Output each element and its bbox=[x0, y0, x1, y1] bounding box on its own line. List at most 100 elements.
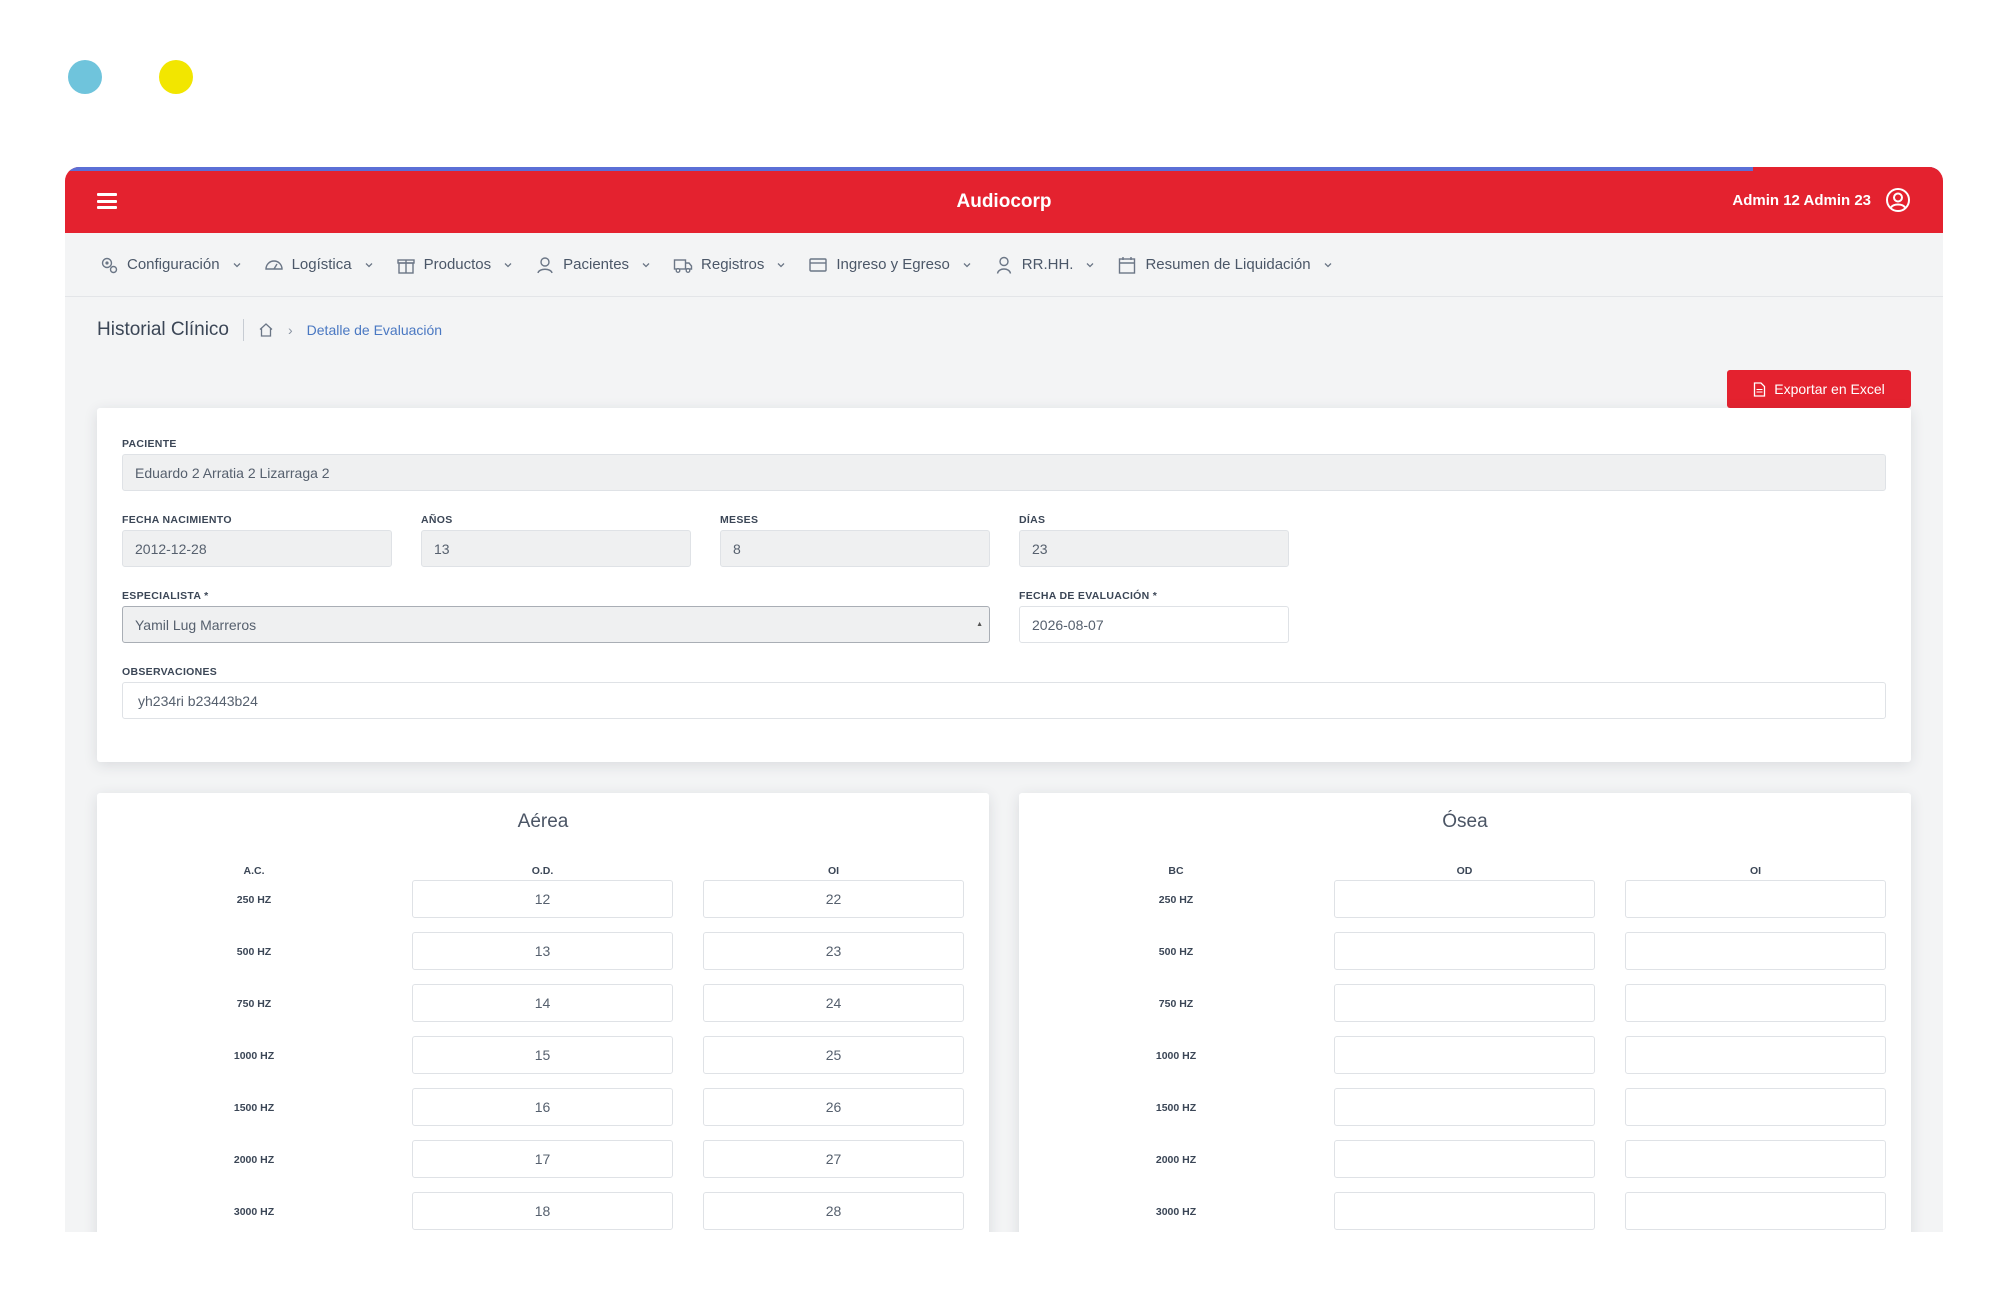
export-label: Exportar en Excel bbox=[1774, 381, 1885, 397]
chevron-down-icon bbox=[504, 262, 512, 267]
especialista-value: Yamil Lug Marreros bbox=[135, 616, 257, 633]
oi-input[interactable]: 27 bbox=[703, 1140, 964, 1178]
oi-input[interactable]: 28 bbox=[703, 1192, 964, 1230]
oi-input[interactable] bbox=[1625, 880, 1886, 918]
breadcrumb: Historial Clínico › Detalle de Evaluació… bbox=[65, 297, 1943, 363]
od-input[interactable] bbox=[1334, 1088, 1595, 1126]
menu-label: Registros bbox=[701, 256, 765, 273]
frequency-label: 500 HZ bbox=[236, 946, 272, 958]
menu-ingreso-egreso[interactable]: Ingreso y Egreso bbox=[808, 255, 971, 275]
frequency-label: 1000 HZ bbox=[1155, 1050, 1197, 1062]
fecha-eval-label: FECHA DE EVALUACIÓN * bbox=[1019, 590, 1158, 602]
od-input[interactable]: 15 bbox=[412, 1036, 673, 1074]
od-input[interactable]: 14 bbox=[412, 984, 673, 1022]
menu-pacientes[interactable]: Pacientes bbox=[535, 255, 651, 275]
fecha-eval-field[interactable]: 2026-08-07 bbox=[1019, 606, 1289, 643]
nacimiento-field[interactable]: 2012-12-28 bbox=[122, 530, 392, 567]
frequency-label: 500 HZ bbox=[1158, 946, 1194, 958]
home-icon[interactable] bbox=[258, 322, 274, 338]
oi-input[interactable]: 26 bbox=[703, 1088, 964, 1126]
dias-field[interactable]: 23 bbox=[1019, 530, 1289, 567]
menu-configuracion[interactable]: Configuración bbox=[99, 255, 242, 275]
user-name: Admin 12 Admin 23 bbox=[1732, 191, 1871, 209]
od-input[interactable] bbox=[1334, 880, 1595, 918]
osea-title: Ósea bbox=[1442, 811, 1488, 832]
frequency-label: 3000 HZ bbox=[1155, 1206, 1197, 1218]
menu-productos[interactable]: Productos bbox=[396, 255, 514, 275]
menu-label: Logística bbox=[291, 256, 352, 273]
frequency-label: 1000 HZ bbox=[233, 1050, 275, 1062]
od-input[interactable]: 18 bbox=[412, 1192, 673, 1230]
chevron-down-icon bbox=[365, 262, 373, 267]
od-input[interactable]: 16 bbox=[412, 1088, 673, 1126]
od-input[interactable] bbox=[1334, 1192, 1595, 1230]
frequency-label: 2000 HZ bbox=[1155, 1154, 1197, 1166]
frequency-label: 750 HZ bbox=[236, 998, 272, 1010]
menu-registros[interactable]: Registros bbox=[673, 255, 786, 275]
nacimiento-label: FECHA NACIMIENTO bbox=[122, 514, 232, 526]
gears-icon bbox=[101, 257, 118, 273]
oi-input[interactable]: 24 bbox=[703, 984, 964, 1022]
column-header: OI bbox=[827, 865, 840, 877]
column-header: BC bbox=[1168, 865, 1184, 877]
paciente-field[interactable]: Eduardo 2 Arratia 2 Lizarraga 2 bbox=[122, 454, 1886, 491]
app-window: Audiocorp Admin 12 Admin 23 Configuració… bbox=[65, 167, 1943, 1232]
observaciones-field[interactable]: yh234ri b23443b24 bbox=[122, 682, 1886, 719]
especialista-select[interactable]: Yamil Lug Marreros ▲ bbox=[122, 606, 990, 643]
truck-icon bbox=[673, 258, 693, 273]
od-input[interactable] bbox=[1334, 932, 1595, 970]
od-input[interactable]: 12 bbox=[412, 880, 673, 918]
frequency-label: 250 HZ bbox=[1158, 894, 1194, 906]
osea-card: Ósea BC OD OI 250 HZ 500 HZ 750 HZ 1000 HZ 1… bbox=[1019, 793, 1911, 1232]
page-title: Historial Clínico bbox=[97, 319, 244, 341]
meses-field[interactable]: 8 bbox=[720, 530, 990, 567]
chevron-down-icon bbox=[1087, 262, 1094, 267]
od-input[interactable]: 13 bbox=[412, 932, 673, 970]
column-header: OI bbox=[1749, 865, 1762, 877]
oi-input[interactable] bbox=[1625, 984, 1886, 1022]
od-input[interactable] bbox=[1334, 1140, 1595, 1178]
breadcrumb-separator: › bbox=[287, 322, 293, 338]
dias-label: DÍAS bbox=[1019, 514, 1046, 526]
top-bar: Audiocorp Admin 12 Admin 23 bbox=[65, 167, 1943, 233]
menu-logistica[interactable]: Logística bbox=[264, 255, 374, 275]
menu-label: Ingreso y Egreso bbox=[836, 256, 950, 273]
oi-input[interactable]: 25 bbox=[703, 1036, 964, 1074]
od-input[interactable] bbox=[1334, 984, 1595, 1022]
oi-input[interactable] bbox=[1625, 1088, 1886, 1126]
oi-input[interactable] bbox=[1625, 932, 1886, 970]
frequency-label: 1500 HZ bbox=[233, 1102, 275, 1114]
menu-label: Configuración bbox=[127, 256, 220, 273]
export-excel-button[interactable]: Exportar en Excel bbox=[1727, 370, 1911, 408]
column-header: OD bbox=[1456, 865, 1473, 877]
user-icon bbox=[996, 256, 1011, 274]
app-title: Audiocorp bbox=[956, 191, 1052, 212]
aerea-title: Aérea bbox=[517, 811, 569, 832]
od-input[interactable]: 17 bbox=[412, 1140, 673, 1178]
od-input[interactable] bbox=[1334, 1036, 1595, 1074]
file-icon bbox=[1754, 381, 1766, 397]
oi-input[interactable] bbox=[1625, 1140, 1886, 1178]
menu-rrhh[interactable]: RR.HH. bbox=[994, 255, 1096, 275]
user-circle-icon bbox=[1886, 188, 1910, 212]
menu-label: Productos bbox=[423, 256, 492, 273]
oi-input[interactable] bbox=[1625, 1192, 1886, 1230]
column-header: O.D. bbox=[531, 865, 554, 877]
menu-resumen-liquidacion[interactable]: Resumen de Liquidación bbox=[1117, 255, 1332, 275]
observaciones-label: OBSERVACIONES bbox=[122, 666, 218, 678]
oi-input[interactable] bbox=[1625, 1036, 1886, 1074]
breadcrumb-current[interactable]: Detalle de Evaluación bbox=[307, 322, 442, 338]
anos-field[interactable]: 13 bbox=[421, 530, 691, 567]
chevron-down-icon bbox=[642, 262, 650, 267]
column-header: A.C. bbox=[243, 865, 265, 877]
especialista-label: ESPECIALISTA * bbox=[122, 590, 209, 602]
oi-input[interactable]: 23 bbox=[703, 932, 964, 970]
frequency-label: 1500 HZ bbox=[1155, 1102, 1197, 1114]
frequency-label: 250 HZ bbox=[236, 894, 272, 906]
chevron-down-icon bbox=[233, 262, 241, 267]
oi-input[interactable]: 22 bbox=[703, 880, 964, 918]
users-icon bbox=[537, 256, 553, 273]
menu-label: Resumen de Liquidación bbox=[1145, 256, 1311, 273]
frequency-label: 750 HZ bbox=[1158, 998, 1194, 1010]
user-menu[interactable]: Admin 12 Admin 23 bbox=[1732, 187, 1911, 213]
